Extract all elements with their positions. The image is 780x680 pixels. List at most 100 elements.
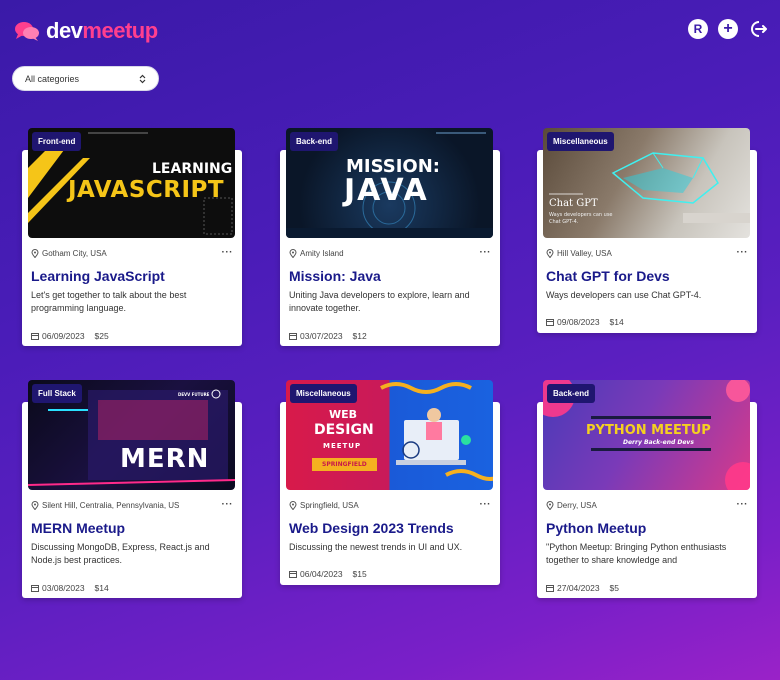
event-date: 06/04/2023 xyxy=(300,569,343,579)
event-image[interactable]: Full Stack MERN DEVV FUTURE xyxy=(28,380,235,490)
brand-name-part2: meetup xyxy=(82,18,158,43)
category-badge: Miscellaneous xyxy=(290,384,357,403)
more-options-icon[interactable]: ··· xyxy=(480,248,492,258)
category-badge: Front-end xyxy=(32,132,82,151)
map-pin-icon xyxy=(289,500,297,510)
more-options-icon[interactable]: ··· xyxy=(222,500,234,510)
location-row: Silent Hill, Centralia, Pennsylvania, US… xyxy=(31,499,233,511)
event-image[interactable]: Back-end MISSION: JAVA xyxy=(286,128,493,238)
event-description: Let's get together to talk about the bes… xyxy=(31,290,187,313)
image-title-line2: DEVV FUTURE xyxy=(178,392,210,397)
image-title-line2: JAVA xyxy=(344,173,429,208)
profile-button[interactable]: R xyxy=(688,19,708,39)
category-badge: Back-end xyxy=(547,384,596,403)
map-pin-icon xyxy=(289,248,297,258)
image-title-line1: WEB xyxy=(329,408,358,421)
event-card[interactable]: Miscellaneous Chat GPT Ways developers c… xyxy=(537,128,757,333)
event-price: $12 xyxy=(352,331,367,341)
event-date: 03/07/2023 xyxy=(300,331,343,341)
card-body: Derry, USA ··· Python Meetup "Python Mee… xyxy=(546,499,748,593)
event-title[interactable]: MERN Meetup xyxy=(31,520,233,536)
event-card[interactable]: Full Stack MERN DEVV FUTURE Silent Hill,… xyxy=(22,380,242,598)
brand-name-part1: dev xyxy=(46,18,83,43)
card-body: Amity Island ··· Mission: Java Uniting J… xyxy=(289,247,491,341)
event-card[interactable]: Back-end PYTHON MEETUP Derry Back-end De… xyxy=(537,380,757,598)
brand-logo[interactable]: devmeetup xyxy=(14,18,158,44)
image-title-line1: Chat GPT xyxy=(549,198,598,209)
event-title[interactable]: Python Meetup xyxy=(546,520,748,536)
event-date: 27/04/2023 xyxy=(557,583,600,593)
event-price: $15 xyxy=(352,569,367,579)
add-event-button[interactable]: + xyxy=(718,19,738,39)
chat-bubbles-icon xyxy=(15,22,39,41)
plus-icon: + xyxy=(723,20,733,37)
event-description: "Python Meetup: Bringing Python enthusia… xyxy=(546,542,727,565)
event-card[interactable]: Back-end MISSION: JAVA Amity Island ··· … xyxy=(280,128,500,346)
brand-name: devmeetup xyxy=(46,18,158,44)
event-image[interactable]: Miscellaneous WEB DESIGN MEETUP SPRINGFI… xyxy=(286,380,493,490)
event-meta: 06/09/2023 $25 xyxy=(31,331,233,341)
logout-icon[interactable] xyxy=(748,19,768,39)
calendar-icon xyxy=(546,585,554,592)
event-price: $14 xyxy=(609,317,624,327)
image-title-line2: Ways developers can use Chat GPT-4. xyxy=(549,212,613,225)
event-image[interactable]: Back-end PYTHON MEETUP Derry Back-end De… xyxy=(543,380,750,490)
calendar-icon xyxy=(31,585,39,592)
location: Gotham City, USA xyxy=(31,249,107,258)
location-text: Hill Valley, USA xyxy=(557,248,612,258)
event-image[interactable]: Front-end LEARNING JAVASCRIPT xyxy=(28,128,235,238)
more-options-icon[interactable]: ··· xyxy=(480,500,492,510)
card-body: Hill Valley, USA ··· Chat GPT for Devs W… xyxy=(546,247,748,327)
top-actions: R + xyxy=(688,19,768,39)
location-text: Amity Island xyxy=(300,248,344,258)
event-title[interactable]: Learning JavaScript xyxy=(31,268,233,284)
location-text: Silent Hill, Centralia, Pennsylvania, US xyxy=(42,500,180,510)
more-options-icon[interactable]: ··· xyxy=(737,500,749,510)
event-image[interactable]: Miscellaneous Chat GPT Ways developers c… xyxy=(543,128,750,238)
event-date: 09/08/2023 xyxy=(557,317,600,327)
category-badge: Miscellaneous xyxy=(547,132,614,151)
event-description: Ways developers can use Chat GPT-4. xyxy=(546,290,702,300)
category-select[interactable]: All categories xyxy=(12,66,159,91)
location-row: Springfield, USA ··· xyxy=(289,499,491,511)
location-row: Amity Island ··· xyxy=(289,247,491,259)
event-date: 03/08/2023 xyxy=(42,583,85,593)
card-body: Gotham City, USA ··· Learning JavaScript… xyxy=(31,247,233,341)
event-title[interactable]: Web Design 2023 Trends xyxy=(289,520,491,536)
image-title-line2: JAVASCRIPT xyxy=(68,177,225,203)
event-meta: 03/08/2023 $14 xyxy=(31,583,233,593)
category-select-value: All categories xyxy=(25,73,80,84)
location-row: Hill Valley, USA ··· xyxy=(546,247,748,259)
event-description: Discussing the newest trends in UI and U… xyxy=(289,542,463,552)
category-badge: Back-end xyxy=(290,132,339,151)
calendar-icon xyxy=(546,319,554,326)
event-meta: 03/07/2023 $12 xyxy=(289,331,491,341)
event-price: $14 xyxy=(94,583,109,593)
event-card[interactable]: Front-end LEARNING JAVASCRIPT Gotham Cit… xyxy=(22,128,242,346)
more-options-icon[interactable]: ··· xyxy=(222,248,234,258)
event-title[interactable]: Chat GPT for Devs xyxy=(546,268,748,284)
location-row: Gotham City, USA ··· xyxy=(31,247,233,259)
profile-initial: R xyxy=(693,22,703,36)
top-bar: devmeetup R + xyxy=(0,0,780,60)
image-title-line2: Derry Back-end Devs xyxy=(623,439,694,446)
event-date: 06/09/2023 xyxy=(42,331,85,341)
map-pin-icon xyxy=(31,248,39,258)
map-pin-icon xyxy=(31,500,39,510)
card-body: Springfield, USA ··· Web Design 2023 Tre… xyxy=(289,499,491,579)
location-row: Derry, USA ··· xyxy=(546,499,748,511)
event-meta: 06/04/2023 $15 xyxy=(289,569,491,579)
map-pin-icon xyxy=(546,248,554,258)
image-title-line1: MERN xyxy=(120,444,210,474)
more-options-icon[interactable]: ··· xyxy=(737,248,749,258)
image-title-line2: DESIGN xyxy=(314,422,374,438)
event-meta: 09/08/2023 $14 xyxy=(546,317,748,327)
calendar-icon xyxy=(289,333,297,340)
event-description: Discussing MongoDB, Express, React.js an… xyxy=(31,542,210,565)
event-card[interactable]: Miscellaneous WEB DESIGN MEETUP SPRINGFI… xyxy=(280,380,500,585)
event-title[interactable]: Mission: Java xyxy=(289,268,491,284)
event-price: $5 xyxy=(609,583,620,593)
calendar-icon xyxy=(31,333,39,340)
location: Springfield, USA xyxy=(289,501,359,510)
event-meta: 27/04/2023 $5 xyxy=(546,583,748,593)
